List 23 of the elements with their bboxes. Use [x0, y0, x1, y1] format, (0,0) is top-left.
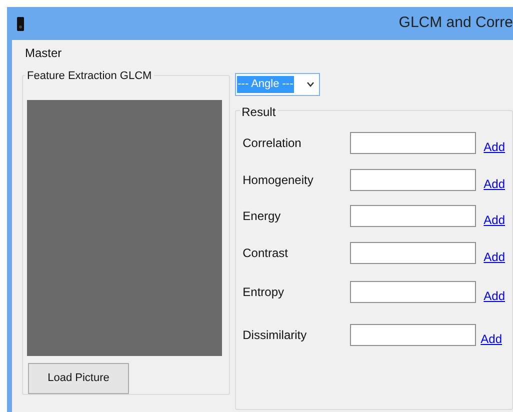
- input-field[interactable]: [350, 242, 476, 264]
- add-link[interactable]: Add: [484, 211, 505, 229]
- chevron-down-icon: [306, 82, 314, 87]
- input-field[interactable]: [350, 132, 476, 154]
- field-label: Entropy: [242, 284, 285, 301]
- add-link[interactable]: Add: [484, 248, 505, 266]
- input-field[interactable]: [350, 281, 476, 303]
- field-label: Correlation: [242, 135, 302, 152]
- app-icon: [17, 16, 24, 30]
- window-title: GLCM and Corre: [398, 13, 513, 34]
- field-label: Dissimilarity: [242, 327, 308, 344]
- add-link[interactable]: Add: [484, 287, 505, 305]
- field-label: Homogeneity: [242, 172, 314, 189]
- menu-item[interactable]: Master: [18, 44, 69, 62]
- add-link[interactable]: Add: [480, 330, 502, 348]
- input-field[interactable]: [350, 169, 476, 191]
- load-picture-button[interactable]: Load Picture: [28, 363, 129, 394]
- field-label: Contrast: [242, 245, 289, 262]
- add-link[interactable]: Add: [484, 138, 505, 156]
- add-link[interactable]: Add: [484, 175, 505, 193]
- input-field[interactable]: [350, 205, 476, 227]
- field-label: Energy: [242, 208, 282, 225]
- input-field[interactable]: [350, 324, 476, 346]
